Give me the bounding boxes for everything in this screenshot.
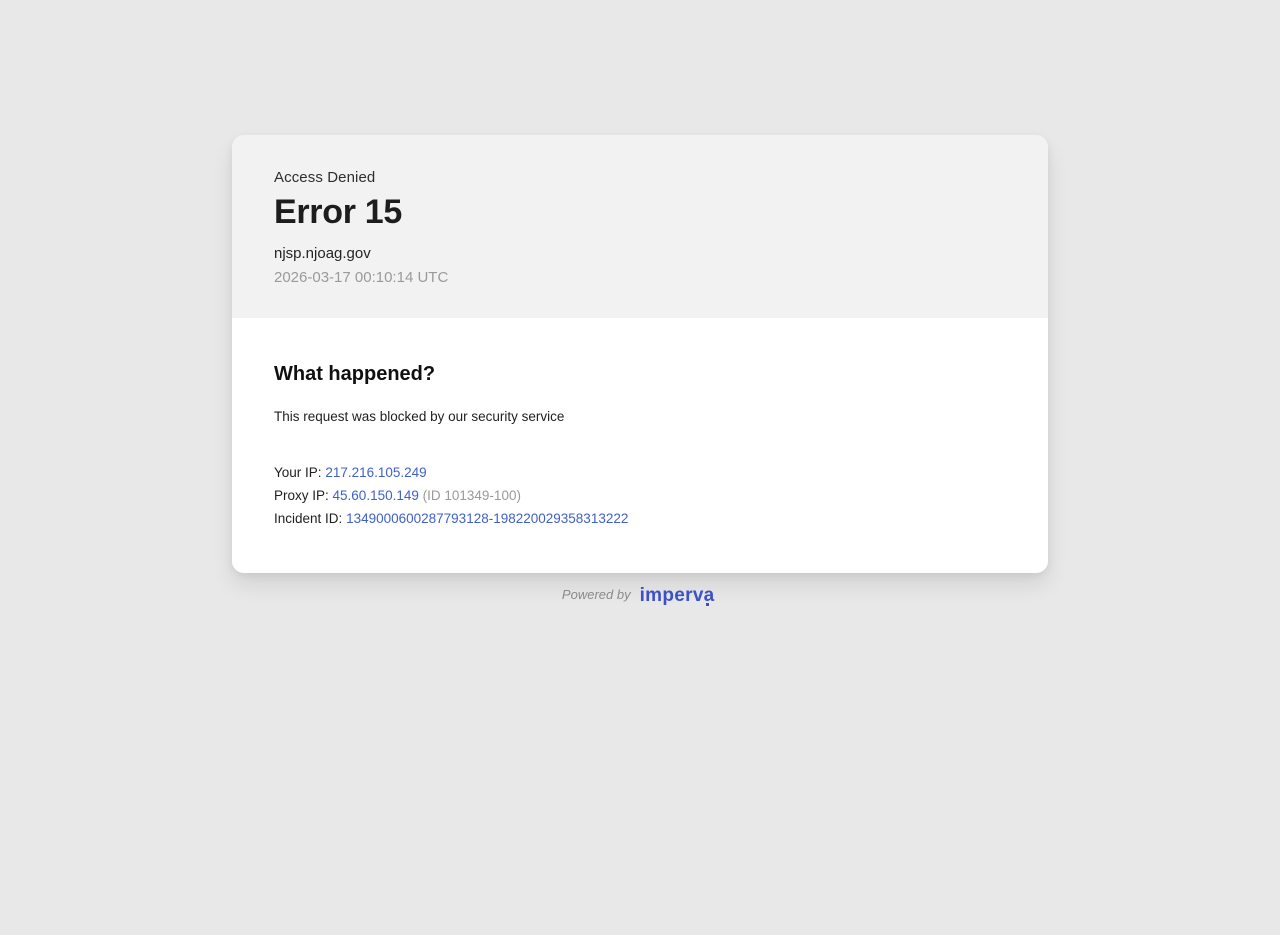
- proxy-ip-value: 45.60.150.149: [333, 488, 419, 503]
- error-card-header: Access Denied Error 15 njsp.njoag.gov 20…: [232, 135, 1048, 318]
- imperva-logo: imperva: [640, 585, 715, 606]
- access-denied-label: Access Denied: [274, 169, 1006, 186]
- incident-details: Your IP: 217.216.105.249 Proxy IP: 45.60…: [274, 461, 1006, 530]
- incident-id-row: Incident ID: 1349000600287793128-1982200…: [274, 507, 1006, 530]
- error-code-title: Error 15: [274, 193, 1006, 232]
- error-card-body: What happened? This request was blocked …: [232, 318, 1048, 573]
- blocked-hostname: njsp.njoag.gov: [274, 245, 1006, 262]
- proxy-id-value: (ID 101349-100): [423, 488, 521, 503]
- imperva-logo-dot: [706, 603, 710, 607]
- your-ip-row: Your IP: 217.216.105.249: [274, 461, 1006, 484]
- your-ip-value: 217.216.105.249: [325, 465, 426, 480]
- powered-by-footer: Powered by imperva: [232, 585, 1048, 607]
- proxy-ip-row: Proxy IP: 45.60.150.149 (ID 101349-100): [274, 484, 1006, 507]
- incident-id-label: Incident ID:: [274, 511, 342, 526]
- powered-by-label: Powered by: [562, 587, 631, 602]
- incident-id-value: 1349000600287793128-198220029358313222: [346, 511, 628, 526]
- block-timestamp: 2026-03-17 00:10:14 UTC: [274, 269, 1006, 286]
- your-ip-label: Your IP:: [274, 465, 322, 480]
- error-card: Access Denied Error 15 njsp.njoag.gov 20…: [232, 135, 1048, 573]
- block-description: This request was blocked by our security…: [274, 409, 1006, 424]
- what-happened-heading: What happened?: [274, 363, 1006, 386]
- proxy-ip-label: Proxy IP:: [274, 488, 329, 503]
